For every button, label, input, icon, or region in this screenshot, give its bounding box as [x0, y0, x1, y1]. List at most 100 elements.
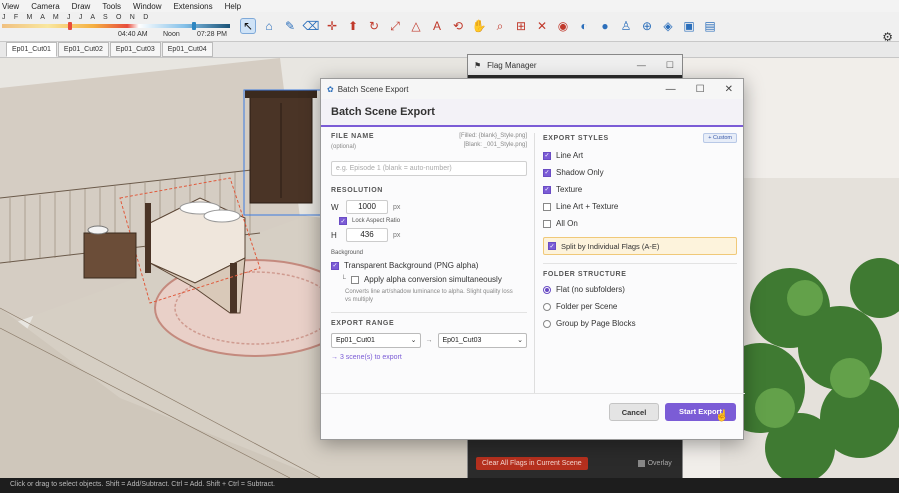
width-label: W [331, 202, 339, 212]
flag-icon: ⚑ [474, 60, 482, 70]
folder-label-flat: Flat (no subfolders) [556, 285, 625, 294]
height-input[interactable]: 436 [346, 228, 388, 242]
zoom-window-icon[interactable]: ⊞ [513, 18, 529, 34]
overlay-checkbox[interactable] [637, 460, 645, 467]
menu-tools[interactable]: Tools [102, 2, 121, 11]
style-checkbox-all-on[interactable] [543, 219, 551, 228]
minimize-icon[interactable]: — [637, 60, 646, 71]
top-view-icon[interactable]: ▤ [702, 18, 718, 34]
scale-icon[interactable]: ⤢ [387, 18, 403, 34]
lock-aspect-checkbox[interactable]: ✓ [339, 217, 347, 225]
menu-view[interactable]: View [2, 2, 19, 11]
dialog-window-title: Batch Scene Export [337, 84, 409, 94]
dialog-titlebar: ✿ Batch Scene Export — ☐ ✕ [321, 79, 743, 99]
scene-tab-3[interactable]: Ep01_Cut03 [109, 42, 161, 57]
transparent-bg-checkbox[interactable]: ✓ [331, 261, 339, 270]
style-checkbox-shadow-only[interactable]: ✓ [543, 168, 551, 177]
width-unit: px [393, 203, 401, 211]
export-range-label: EXPORT RANGE [331, 320, 395, 327]
batch-export-dialog: ✿ Batch Scene Export — ☐ ✕ Batch Scene E… [320, 78, 745, 440]
scene-tab-2[interactable]: Ep01_Cut02 [57, 42, 109, 57]
file-name-hint-filled: [Filled: {blank}_Style.png] [459, 133, 527, 139]
scene-count: → 3 scene(s) to export [331, 354, 402, 361]
time-end: 07:28 PM [197, 31, 227, 38]
folder-structure-label: FOLDER STRUCTURE [543, 271, 627, 278]
maximize-icon[interactable]: ☐ [696, 84, 705, 95]
shadow-months: J F M A M J J A S O N D [2, 14, 152, 21]
folder-radio-per-scene[interactable] [543, 302, 551, 311]
cancel-button[interactable]: Cancel [609, 403, 659, 421]
range-from-select[interactable]: Ep01_Cut01 ⌄ [331, 333, 421, 348]
shadow-time-slider[interactable] [2, 22, 230, 30]
alpha-conversion-checkbox[interactable] [350, 275, 359, 284]
alpha-conversion-note: Converts line art/shadow luminance to al… [345, 289, 513, 303]
folder-radio-flat[interactable] [543, 285, 551, 294]
text-tool-icon[interactable]: A [429, 18, 445, 34]
flag-manager-titlebar: ⚑ Flag Manager — ☐ [468, 55, 682, 75]
split-flags-label: Split by Individual Flags (A-E) [561, 241, 660, 251]
height-label: H [331, 230, 337, 240]
lock-aspect-label: Lock Aspect Ratio [352, 218, 401, 224]
component-icon[interactable]: ⌂ [261, 18, 277, 34]
style-checkbox-texture[interactable]: ✓ [543, 185, 551, 194]
scene-tabs: Ep01_Cut01 Ep01_Cut02 Ep01_Cut03 Ep01_Cu… [0, 42, 899, 58]
style-label-line-art: Line Art [556, 151, 584, 160]
resolution-label: RESOLUTION [331, 187, 383, 194]
menu-window[interactable]: Window [133, 2, 161, 11]
folder-label-per-scene: Folder per Scene [556, 302, 618, 311]
scene-tab-1[interactable]: Ep01_Cut01 [6, 42, 57, 57]
section-plane-icon[interactable]: ⊕ [639, 18, 655, 34]
position-camera-icon[interactable]: ◐ [576, 18, 592, 34]
iso-view-icon[interactable]: ◈ [660, 18, 676, 34]
rotate-icon[interactable]: ↻ [366, 18, 382, 34]
tool-icons: ↖ ⌂ ✎ ⌫ ✛ ⬆ ↻ ⤢ △ A ⟲ ✋ ⌕ ⊞ ✕ ◉ ◐ ● ♙ ⊕ … [240, 18, 718, 34]
scene-tab-4[interactable]: Ep01_Cut04 [161, 42, 213, 57]
menu-bar: View Camera Draw Tools Window Extensions… [0, 0, 899, 12]
push-pull-icon[interactable]: ⬆ [345, 18, 361, 34]
pan-icon[interactable]: ✋ [471, 18, 487, 34]
column-divider [534, 133, 535, 393]
style-label-all-on: All On [556, 219, 578, 228]
overlay-toggle[interactable]: Overlay [637, 460, 672, 467]
clear-flags-button[interactable]: Clear All Flags in Current Scene [476, 457, 588, 470]
menu-help[interactable]: Help [225, 2, 241, 11]
protractor-icon[interactable]: △ [408, 18, 424, 34]
custom-style-button[interactable]: + Custom [703, 133, 737, 143]
hand-cursor-icon: ☝ [715, 410, 729, 422]
split-flags-row[interactable]: ✓ Split by Individual Flags (A-E) [543, 237, 737, 255]
eraser-icon[interactable]: ⌫ [303, 18, 320, 34]
menu-extensions[interactable]: Extensions [173, 2, 212, 11]
left-column: FILE NAME (optional) [Filled: {blank}_St… [331, 133, 527, 361]
split-flags-checkbox[interactable]: ✓ [548, 242, 556, 250]
time-start: 04:40 AM [118, 31, 148, 38]
select-tool-icon[interactable]: ↖ [240, 18, 256, 34]
time-noon: Noon [163, 31, 180, 38]
width-input[interactable]: 1000 [346, 200, 388, 214]
move-icon[interactable]: ✛ [324, 18, 340, 34]
shadow-time-handle[interactable] [192, 22, 196, 30]
paint-bucket-icon[interactable]: ✎ [282, 18, 298, 34]
minimize-icon[interactable]: — [666, 84, 676, 95]
folder-radio-page-blocks[interactable] [543, 319, 551, 328]
zoom-extents-icon[interactable]: ✕ [534, 18, 550, 34]
file-name-input[interactable]: e.g. Episode 1 (blank = auto-number) [331, 161, 527, 176]
orbit-icon[interactable]: ⟲ [450, 18, 466, 34]
indent-branch-icon: └ [341, 276, 346, 283]
look-around-icon[interactable]: ● [597, 18, 613, 34]
style-checkbox-line-art[interactable]: ✓ [543, 151, 551, 160]
previous-view-icon[interactable]: ◉ [555, 18, 571, 34]
menu-draw[interactable]: Draw [72, 2, 91, 11]
menu-camera[interactable]: Camera [31, 2, 59, 11]
style-checkbox-line-art-texture[interactable] [543, 202, 551, 211]
walk-icon[interactable]: ♙ [618, 18, 634, 34]
shadow-date-handle[interactable] [68, 22, 72, 30]
range-arrow: → [425, 337, 433, 344]
background-label: Background [331, 250, 364, 256]
maximize-icon[interactable]: ☐ [666, 60, 674, 71]
close-icon[interactable]: ✕ [725, 84, 733, 95]
range-to-select[interactable]: Ep01_Cut03 ⌄ [437, 333, 527, 348]
zoom-icon[interactable]: ⌕ [492, 18, 508, 34]
front-view-icon[interactable]: ▣ [681, 18, 697, 34]
right-column: EXPORT STYLES + Custom ✓ Line Art ✓ Shad… [543, 133, 737, 328]
alpha-conversion-label: Apply alpha conversion simultaneously [363, 275, 502, 284]
